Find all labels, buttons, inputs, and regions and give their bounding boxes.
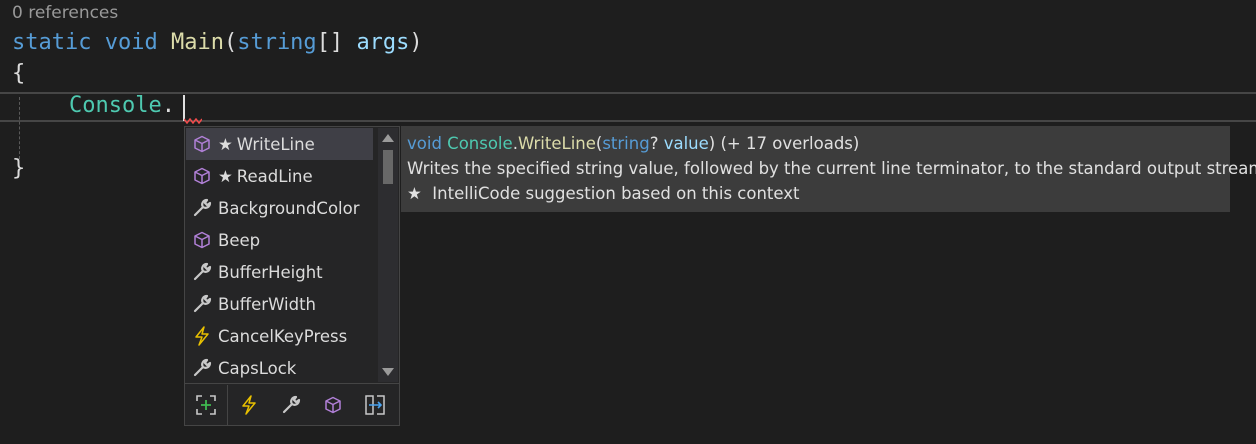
indent-guide: [19, 97, 20, 159]
property-icon: [186, 288, 218, 320]
snippets-filter-button[interactable]: [185, 384, 227, 426]
completion-item-cancelkeypress[interactable]: CancelKeyPress: [186, 320, 380, 352]
class-console: Console: [69, 93, 162, 118]
code-brace-open: {: [12, 61, 26, 86]
methods-filter-button[interactable]: [312, 384, 354, 426]
completion-item-label: CapsLock: [218, 358, 297, 378]
sig-keyword: void: [407, 134, 442, 153]
tooltip-description: Writes the specified string value, follo…: [407, 159, 1256, 178]
scroll-down-arrow-icon[interactable]: [382, 368, 394, 376]
completion-item-writeline[interactable]: ★ WriteLine: [186, 128, 373, 160]
sig-class[interactable]: Console: [447, 134, 513, 153]
keyword-void: void: [104, 30, 158, 55]
completion-item-capslock[interactable]: CapsLock: [186, 352, 380, 384]
intellicode-star-icon: ★: [407, 184, 422, 203]
sig-nullable: ?: [649, 134, 659, 153]
property-icon: [186, 352, 218, 384]
completion-item-label: BackgroundColor: [218, 198, 360, 218]
paren-open: (: [223, 30, 238, 55]
completion-item-label: CancelKeyPress: [218, 326, 348, 346]
completion-filter-bar: [185, 383, 399, 426]
events-filter-icon: [242, 395, 256, 415]
event-icon: [186, 320, 218, 352]
completion-item-backgroundcolor[interactable]: BackgroundColor: [186, 192, 380, 224]
code-line-console[interactable]: Console.: [69, 91, 175, 121]
array-brackets: []: [316, 30, 344, 55]
method-icon: [186, 224, 218, 256]
code-brace-close: }: [12, 156, 26, 181]
method-icon: [186, 128, 218, 160]
extension-methods-filter-icon: [365, 395, 385, 415]
completion-item-label: BufferHeight: [218, 262, 323, 282]
type-string: string: [237, 30, 317, 55]
tooltip-intellicode: ★ IntelliCode suggestion based on this c…: [407, 183, 1224, 208]
properties-filter-icon: [282, 395, 301, 414]
sig-param-type: string: [602, 134, 650, 153]
property-icon: [186, 192, 218, 224]
sig-param-name: value: [663, 134, 709, 153]
methods-filter-icon: [325, 396, 341, 414]
completion-item-bufferheight[interactable]: BufferHeight: [186, 256, 380, 288]
completion-item-label: Beep: [218, 230, 261, 250]
param-args: args: [356, 30, 410, 55]
quickinfo-tooltip: void Console.WriteLine(string? value) (+…: [401, 126, 1256, 212]
completion-item-readline[interactable]: ★ ReadLine: [186, 160, 380, 192]
method-icon: [186, 160, 218, 192]
code-line-signature: static void Main(string[] args): [12, 28, 423, 58]
intellicode-text: IntelliCode suggestion based on this con…: [432, 184, 800, 203]
snippets-filter-icon: [196, 395, 216, 415]
property-icon: [186, 256, 218, 288]
intellicode-star-icon: ★: [218, 134, 233, 154]
completion-item-label: WriteLine: [236, 134, 315, 154]
paren-close: ): [409, 30, 423, 55]
extension-methods-filter-button[interactable]: [354, 384, 396, 426]
tooltip-signature: void Console.WriteLine(string? value) (+…: [407, 133, 1224, 158]
sig-paren-close: ): [708, 134, 716, 153]
events-filter-button[interactable]: [228, 384, 270, 426]
completion-item-bufferwidth[interactable]: BufferWidth: [186, 288, 380, 320]
keyword-static: static: [12, 30, 92, 55]
error-squiggle: [184, 118, 202, 124]
member-dot: .: [161, 93, 175, 118]
completion-item-beep[interactable]: Beep: [186, 224, 380, 256]
properties-filter-button[interactable]: [270, 384, 312, 426]
codelens-references[interactable]: 0 references: [12, 3, 118, 23]
scroll-up-arrow-icon[interactable]: [382, 134, 394, 142]
completion-items[interactable]: ★ WriteLine ★ ReadLine BackgroundColor B…: [186, 128, 380, 384]
method-name: Main: [170, 30, 224, 55]
intellicode-star-icon: ★: [218, 166, 233, 186]
completion-item-label: BufferWidth: [218, 294, 317, 314]
completion-item-label: ReadLine: [236, 166, 313, 186]
sig-overloads: (+ 17 overloads): [720, 134, 860, 153]
completion-list[interactable]: ★ WriteLine ★ ReadLine BackgroundColor B…: [184, 126, 400, 426]
sig-method: WriteLine: [517, 134, 596, 153]
scrollbar-thumb[interactable]: [383, 150, 393, 184]
completion-scrollbar[interactable]: [378, 128, 398, 382]
